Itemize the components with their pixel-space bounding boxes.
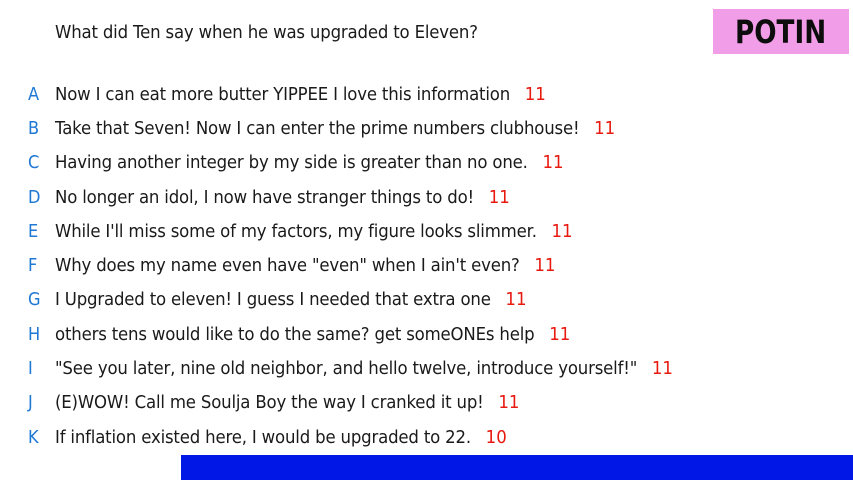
answer-score: 11	[542, 152, 564, 174]
answer-text: While I'll miss some of my factors, my f…	[55, 220, 537, 242]
answer-text: "See you later, nine old neighbor, and h…	[55, 358, 638, 380]
answer-score: 11	[594, 117, 616, 139]
answer-score: 11	[651, 358, 673, 380]
answer-row-d[interactable]: D No longer an idol, I now have stranger…	[0, 180, 853, 214]
team-badge-label: POTIN	[735, 12, 827, 51]
answer-letter: E	[28, 220, 39, 242]
answer-letter: H	[28, 323, 41, 345]
answer-row-b[interactable]: B Take that Seven! Now I can enter the p…	[0, 111, 853, 145]
answer-score: 11	[551, 220, 573, 242]
answer-text: Having another integer by my side is gre…	[55, 152, 528, 174]
answer-text: If inflation existed here, I would be up…	[55, 426, 471, 448]
question-text: What did Ten say when he was upgraded to…	[55, 22, 478, 43]
answer-row-h[interactable]: H others tens would like to do the same?…	[0, 317, 853, 351]
answer-score: 11	[498, 392, 520, 414]
game-screen: What did Ten say when he was upgraded to…	[0, 0, 853, 480]
answer-letter: G	[28, 289, 41, 311]
answer-text: others tens would like to do the same? g…	[55, 323, 535, 345]
answer-text: No longer an idol, I now have stranger t…	[55, 186, 474, 208]
answer-text: I Upgraded to eleven! I guess I needed t…	[55, 289, 491, 311]
answer-text: Now I can eat more butter YIPPEE I love …	[55, 83, 511, 105]
answer-letter: I	[28, 358, 33, 380]
answer-row-g[interactable]: G I Upgraded to eleven! I guess I needed…	[0, 283, 853, 317]
answer-row-e[interactable]: E While I'll miss some of my factors, my…	[0, 214, 853, 248]
answer-letter: F	[28, 255, 38, 277]
answer-score: 11	[534, 255, 556, 277]
answer-text: Why does my name even have "even" when I…	[55, 255, 520, 277]
answer-letter: J	[28, 392, 33, 414]
answer-score: 11	[524, 83, 546, 105]
answer-letter: A	[28, 83, 40, 105]
answer-letter: C	[28, 152, 40, 174]
answer-text: (E)WOW! Call me Soulja Boy the way I cra…	[55, 392, 484, 414]
answer-row-j[interactable]: J (E)WOW! Call me Soulja Boy the way I c…	[0, 386, 853, 420]
answer-row-c[interactable]: C Having another integer by my side is g…	[0, 146, 853, 180]
answer-text: Take that Seven! Now I can enter the pri…	[55, 117, 580, 139]
team-badge: POTIN	[713, 9, 849, 54]
answer-score: 11	[549, 323, 571, 345]
answer-list: A Now I can eat more butter YIPPEE I lov…	[0, 77, 853, 454]
answer-score: 11	[505, 289, 527, 311]
answer-letter: K	[28, 426, 39, 448]
answer-row-k[interactable]: K If inflation existed here, I would be …	[0, 420, 853, 454]
answer-score: 11	[488, 186, 510, 208]
answer-row-f[interactable]: F Why does my name even have "even" when…	[0, 248, 853, 282]
bottom-bar	[181, 455, 853, 480]
answer-letter: B	[28, 117, 40, 139]
answer-letter: D	[28, 186, 41, 208]
answer-row-i[interactable]: I "See you later, nine old neighbor, and…	[0, 351, 853, 385]
answer-row-a[interactable]: A Now I can eat more butter YIPPEE I lov…	[0, 77, 853, 111]
answer-score: 10	[485, 426, 507, 448]
